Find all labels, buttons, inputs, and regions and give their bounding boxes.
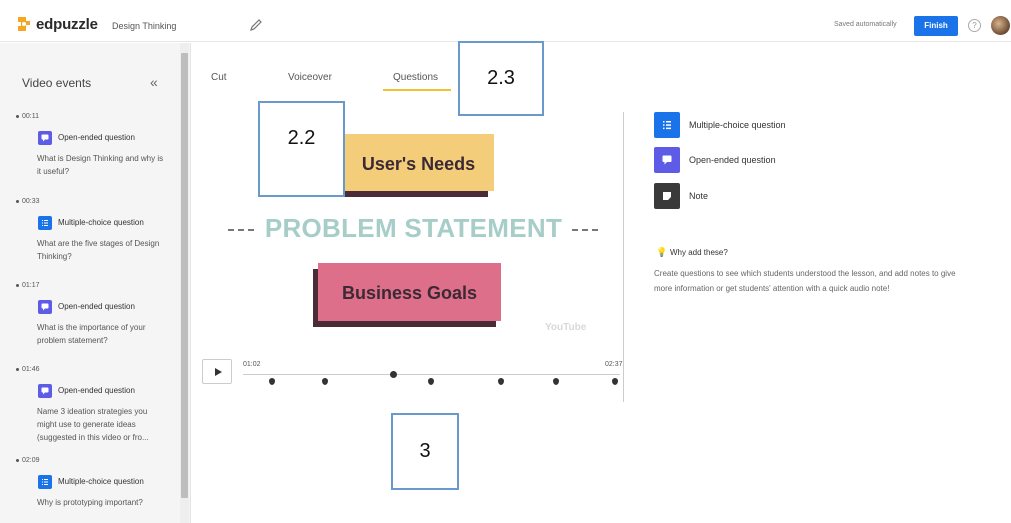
users-needs-label: User's Needs bbox=[361, 154, 476, 174]
event-time: 01:46 bbox=[22, 366, 40, 373]
pencil-icon[interactable] bbox=[249, 18, 263, 32]
event-question-text: What are the five stages of Design Think… bbox=[37, 239, 160, 261]
business-goals-label: Business Goals bbox=[341, 283, 478, 303]
bullet-icon bbox=[16, 200, 19, 203]
timeline-question-marker[interactable] bbox=[269, 378, 275, 385]
multiple-choice-question-icon bbox=[38, 216, 52, 230]
add-multiple-choice-question[interactable]: Multiple-choice question bbox=[654, 112, 954, 138]
multiple-choice-question-icon bbox=[38, 475, 52, 489]
active-tab-indicator bbox=[383, 89, 451, 91]
collapse-sidebar-icon[interactable]: « bbox=[150, 74, 158, 90]
multiple-choice-question-icon bbox=[654, 112, 680, 138]
project-title: Design Thinking bbox=[112, 21, 177, 31]
annotation-label: 2.2 bbox=[258, 101, 345, 197]
finish-button[interactable]: Finish bbox=[914, 16, 958, 36]
note-icon bbox=[654, 183, 680, 209]
annotation-label: 2.3 bbox=[458, 41, 544, 116]
add-item-label: Note bbox=[689, 191, 709, 201]
timeline-track[interactable] bbox=[243, 374, 620, 375]
why-add-text: Create questions to see which students u… bbox=[654, 269, 956, 293]
sidebar-title: Video events bbox=[22, 76, 92, 90]
bullet-icon bbox=[16, 284, 19, 287]
bullet-icon bbox=[16, 459, 19, 462]
event-type: Open-ended question bbox=[58, 302, 135, 311]
sidebar-scrollbar-thumb[interactable] bbox=[181, 53, 188, 498]
panel-divider bbox=[623, 112, 624, 402]
event-time: 00:33 bbox=[22, 198, 40, 205]
open-ended-question-icon bbox=[654, 147, 680, 173]
event-time: 02:09 bbox=[22, 457, 40, 464]
play-button[interactable] bbox=[202, 359, 232, 384]
end-time: 02:37 bbox=[605, 361, 623, 368]
top-bar: edpuzzle Design Thinking Saved automatic… bbox=[0, 0, 1011, 42]
help-icon[interactable]: ? bbox=[968, 19, 981, 32]
open-ended-question-icon bbox=[38, 300, 52, 314]
add-note[interactable]: Note bbox=[654, 183, 954, 209]
event-time: 01:17 bbox=[22, 282, 40, 289]
sidebar-scrollbar[interactable] bbox=[180, 43, 189, 523]
event-question-text: What is the importance of your problem s… bbox=[37, 323, 146, 345]
add-item-label: Multiple-choice question bbox=[689, 120, 786, 130]
current-time: 01:02 bbox=[243, 361, 261, 368]
youtube-watermark[interactable]: YouTube bbox=[545, 322, 586, 333]
lightbulb-icon: 💡 bbox=[656, 247, 668, 257]
event-question-text: Why is prototyping important? bbox=[37, 498, 143, 507]
play-icon bbox=[215, 368, 222, 376]
timeline-question-marker[interactable] bbox=[322, 378, 328, 385]
event-type: Multiple-choice question bbox=[58, 477, 144, 486]
open-ended-question-icon bbox=[38, 384, 52, 398]
tab-voiceover[interactable]: Voiceover bbox=[288, 72, 332, 83]
edpuzzle-logo-icon[interactable] bbox=[15, 15, 33, 33]
event-time: 00:11 bbox=[22, 113, 39, 120]
timeline-playhead[interactable] bbox=[390, 371, 397, 378]
problem-statement-headline: PROBLEM STATEMENT bbox=[264, 213, 563, 243]
why-add-title: Why add these? bbox=[670, 248, 728, 257]
dashes-right bbox=[572, 229, 598, 231]
timeline-question-marker[interactable] bbox=[553, 378, 559, 385]
add-open-ended-question[interactable]: Open-ended question bbox=[654, 147, 954, 173]
timeline-question-marker[interactable] bbox=[428, 378, 434, 385]
annotation-label: 3 bbox=[391, 413, 459, 490]
brand-name[interactable]: edpuzzle bbox=[36, 16, 98, 33]
tab-questions[interactable]: Questions bbox=[393, 72, 438, 83]
event-question-text: What is Design Thinking and why is it us… bbox=[37, 154, 164, 176]
saved-status: Saved automatically bbox=[834, 21, 897, 28]
add-item-label: Open-ended question bbox=[689, 155, 776, 165]
bullet-icon bbox=[16, 368, 19, 371]
avatar[interactable] bbox=[991, 16, 1010, 35]
event-type: Open-ended question bbox=[58, 133, 135, 142]
video-events-sidebar: Video events « 00:11 Open-ended question… bbox=[0, 43, 191, 523]
timeline-question-marker[interactable] bbox=[612, 378, 618, 385]
event-type: Multiple-choice question bbox=[58, 218, 144, 227]
open-ended-question-icon bbox=[38, 131, 52, 145]
bullet-icon bbox=[16, 115, 19, 118]
event-type: Open-ended question bbox=[58, 386, 135, 395]
tab-cut[interactable]: Cut bbox=[211, 72, 227, 83]
event-question-text: Name 3 ideation strategies you might use… bbox=[37, 407, 149, 442]
timeline-question-marker[interactable] bbox=[498, 378, 504, 385]
